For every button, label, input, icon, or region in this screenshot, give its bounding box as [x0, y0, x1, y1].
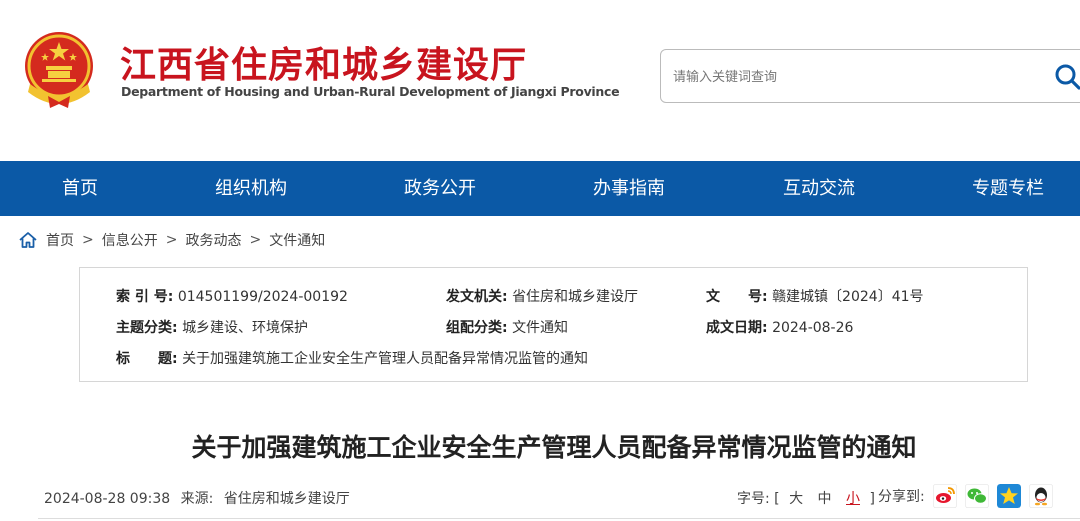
category-label: 组配分类: — [446, 320, 508, 336]
breadcrumb-info-public[interactable]: 信息公开 — [102, 230, 158, 250]
doc-title-row: 标 题: 关于加强建筑施工企业安全生产管理人员配备异常情况监管的通知 — [116, 348, 588, 368]
date-label: 成文日期: — [706, 320, 768, 336]
site-title: 江西省住房和城乡建设厅 — [120, 45, 528, 86]
breadcrumb-separator: > — [82, 232, 94, 248]
index-number-label: 索 引 号: — [116, 289, 174, 305]
nav-item-special-topics[interactable]: 专题专栏 — [972, 161, 1044, 216]
nav-item-interaction[interactable]: 互动交流 — [783, 161, 855, 216]
index-number-row: 索 引 号: 014501199/2024-00192 — [116, 286, 348, 306]
article-title: 关于加强建筑施工企业安全生产管理人员配备异常情况监管的通知 — [191, 433, 917, 462]
article-meta: 2024-08-28 09:38 来源: 省住房和城乡建设厅 — [44, 488, 356, 508]
main-nav: 首页 组织机构 政务公开 办事指南 互动交流 专题专栏 — [0, 161, 1080, 216]
topic-value: 城乡建设、环境保护 — [182, 320, 309, 336]
document-info-box: 索 引 号: 014501199/2024-00192 发文机关: 省住房和城乡… — [79, 267, 1028, 382]
qzone-icon[interactable] — [996, 484, 1021, 508]
doc-number-value: 赣建城镇〔2024〕41号 — [772, 289, 924, 305]
source-value: 省住房和城乡建设厅 — [223, 491, 350, 507]
doc-title-value: 关于加强建筑施工企业安全生产管理人员配备异常情况监管的通知 — [182, 351, 589, 367]
font-size-small[interactable]: 小 — [846, 491, 860, 507]
nav-item-organization[interactable]: 组织机构 — [215, 161, 287, 216]
doc-number-row: 文 号: 赣建城镇〔2024〕41号 — [706, 286, 924, 306]
font-size-control: 字号: [ 大 中 小 ] — [737, 488, 875, 508]
search-icon[interactable] — [1053, 62, 1080, 92]
publish-datetime: 2024-08-28 09:38 — [44, 491, 171, 507]
wechat-icon[interactable] — [964, 484, 989, 508]
share-bar: 分享到: — [878, 484, 1053, 508]
font-size-label: 字号: — [737, 491, 770, 507]
index-number-value: 014501199/2024-00192 — [177, 289, 348, 305]
national-emblem-icon[interactable] — [18, 26, 100, 110]
nav-item-government-affairs[interactable]: 政务公开 — [404, 161, 476, 216]
search-box — [660, 49, 1080, 103]
font-size-bracket-close: ] — [869, 491, 875, 507]
breadcrumb-separator: > — [249, 232, 262, 248]
breadcrumb-document-notices[interactable]: 文件通知 — [269, 230, 325, 250]
weibo-icon[interactable] — [932, 484, 957, 508]
site-subtitle: Department of Housing and Urban-Rural De… — [121, 84, 620, 99]
topic-row: 主题分类: 城乡建设、环境保护 — [116, 317, 308, 337]
site-header: 江西省住房和城乡建设厅 Department of Housing and Ur… — [0, 0, 1080, 161]
category-value: 文件通知 — [512, 320, 569, 336]
font-size-bracket-open: [ — [774, 491, 780, 507]
nav-item-home[interactable]: 首页 — [62, 161, 98, 216]
font-size-large[interactable]: 大 — [789, 491, 803, 507]
breadcrumb-home[interactable]: 首页 — [46, 230, 74, 250]
doc-number-label: 文 号: — [706, 289, 768, 305]
font-size-medium[interactable]: 中 — [818, 491, 832, 507]
issuer-label: 发文机关: — [446, 289, 508, 305]
doc-title-label: 标 题: — [116, 351, 178, 367]
home-icon[interactable] — [18, 230, 38, 250]
source-label: 来源: — [180, 491, 214, 507]
breadcrumb: 首页 > 信息公开 > 政务动态 > 文件通知 — [18, 229, 325, 251]
date-value: 2024-08-26 — [772, 320, 854, 336]
date-row: 成文日期: 2024-08-26 — [706, 317, 853, 337]
search-input[interactable] — [673, 66, 1033, 88]
issuer-value: 省住房和城乡建设厅 — [512, 289, 639, 305]
divider — [38, 518, 1080, 519]
qq-icon[interactable] — [1028, 484, 1053, 508]
breadcrumb-separator: > — [165, 232, 178, 248]
breadcrumb-gov-news[interactable]: 政务动态 — [185, 230, 241, 250]
issuer-row: 发文机关: 省住房和城乡建设厅 — [446, 286, 638, 306]
share-label: 分享到: — [878, 489, 925, 505]
nav-item-service-guide[interactable]: 办事指南 — [593, 161, 665, 216]
topic-label: 主题分类: — [116, 320, 178, 336]
category-row: 组配分类: 文件通知 — [446, 317, 568, 337]
